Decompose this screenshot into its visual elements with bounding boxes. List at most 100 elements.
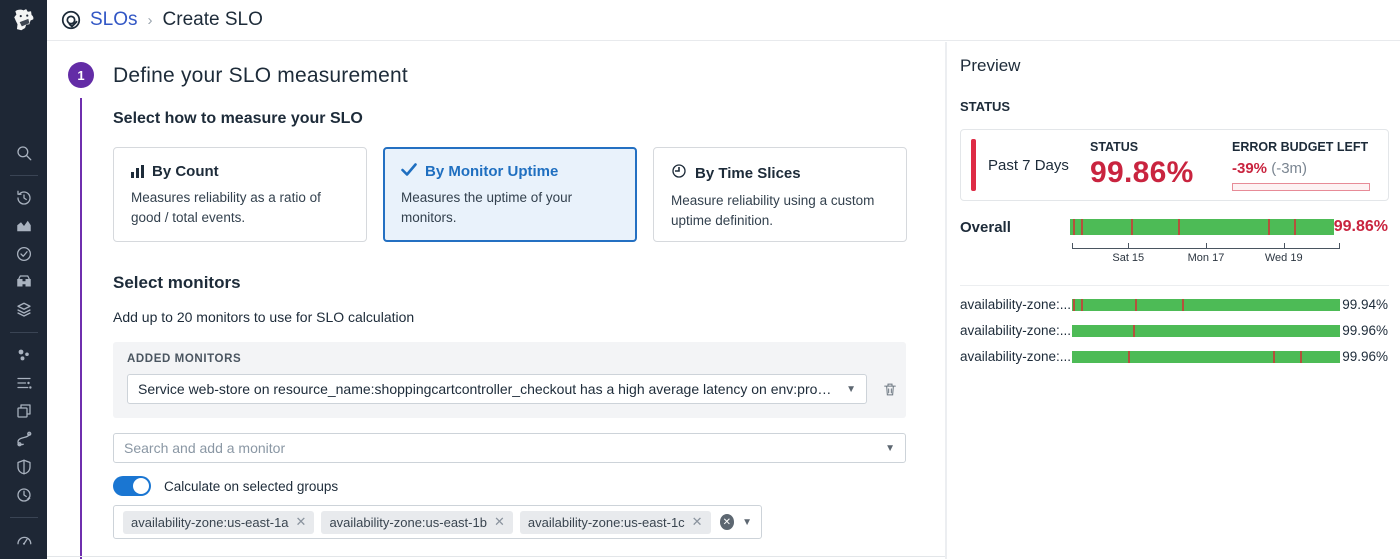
- breadcrumb-chevron-icon: ›: [148, 12, 153, 29]
- select-monitors-heading: Select monitors: [113, 273, 945, 293]
- dashboards-icon[interactable]: [0, 397, 47, 425]
- divider: [10, 332, 38, 333]
- security-icon[interactable]: [0, 453, 47, 481]
- app-sidebar: [0, 0, 47, 559]
- group-tag-label: availability-zone:us-east-1a: [131, 515, 289, 530]
- overall-uptime-row: Overall 99.86%: [960, 218, 1389, 236]
- chevron-down-icon: ▼: [885, 443, 895, 454]
- option-description: Measures the uptime of your monitors.: [401, 188, 619, 227]
- breadcrumb-bar: SLOs › Create SLO: [47, 0, 1400, 41]
- group-uptime-row: availability-zone:... 99.96%: [960, 323, 1389, 338]
- status-accent-bar: [971, 139, 976, 191]
- uptime-bar: [1070, 219, 1334, 235]
- step-connector-line: [80, 98, 82, 559]
- monitor-search-select[interactable]: Search and add a monitor ▼: [113, 433, 906, 463]
- status-value: 99.86%: [1090, 156, 1230, 190]
- datadog-logo-icon[interactable]: [0, 0, 47, 41]
- group-multiselect[interactable]: availability-zone:us-east-1a ✕ availabil…: [113, 505, 762, 539]
- row-value: 99.94%: [1340, 297, 1389, 312]
- preview-divider: [960, 285, 1389, 286]
- group-tag-label: availability-zone:us-east-1b: [329, 515, 487, 530]
- remove-tag-icon[interactable]: ✕: [296, 514, 307, 530]
- option-by-monitor-uptime[interactable]: By Monitor Uptime Measures the uptime of…: [383, 147, 637, 242]
- option-by-count[interactable]: By Count Measures reliability as a ratio…: [113, 147, 367, 242]
- error-budget-label: ERROR BUDGET LEFT: [1232, 140, 1384, 154]
- preview-panel: Preview STATUS Past 7 Days STATUS 99.86%…: [947, 42, 1400, 559]
- gauge-icon[interactable]: [0, 526, 47, 554]
- watchdog-icon[interactable]: [0, 268, 47, 296]
- group-tag: availability-zone:us-east-1c ✕: [520, 511, 711, 534]
- apm-icon[interactable]: [0, 425, 47, 453]
- calculate-groups-label: Calculate on selected groups: [164, 479, 338, 494]
- infrastructure-icon[interactable]: [0, 296, 47, 324]
- option-description: Measures reliability as a ratio of good …: [131, 188, 349, 227]
- synthetics-icon[interactable]: [0, 481, 47, 509]
- toggle-knob: [133, 478, 149, 494]
- axis-tick: [1206, 243, 1207, 249]
- status-label: STATUS: [1090, 140, 1230, 154]
- delete-monitor-button[interactable]: [880, 379, 900, 400]
- row-value: 99.86%: [1334, 218, 1389, 236]
- measure-heading: Select how to measure your SLO: [113, 110, 945, 128]
- row-value: 99.96%: [1340, 349, 1389, 364]
- measurement-options: By Count Measures reliability as a ratio…: [113, 147, 945, 242]
- status-section-label: STATUS: [960, 99, 1389, 114]
- error-budget-value: -39%: [1232, 160, 1267, 177]
- added-monitors-panel: ADDED MONITORS Service web-store on reso…: [113, 342, 906, 418]
- group-uptime-row: availability-zone:... 99.96%: [960, 349, 1389, 364]
- group-uptime-row: availability-zone:... 99.94%: [960, 297, 1389, 312]
- calculate-groups-toggle[interactable]: [113, 476, 151, 496]
- axis-tick: [1284, 243, 1285, 249]
- page-title: Define your SLO measurement: [113, 64, 945, 88]
- uptime-bar: [1072, 351, 1340, 363]
- select-monitors-subheading: Add up to 20 monitors to use for SLO cal…: [113, 309, 945, 325]
- axis-tick-label: Sat 15: [1112, 252, 1144, 264]
- slo-target-icon[interactable]: [0, 240, 47, 268]
- axis-tick-label: Mon 17: [1188, 252, 1225, 264]
- row-value: 99.96%: [1340, 323, 1389, 338]
- divider: [10, 175, 38, 176]
- row-label: availability-zone:...: [960, 297, 1072, 312]
- option-label: By Count: [152, 163, 219, 180]
- preview-title: Preview: [960, 56, 1389, 76]
- livetail-icon[interactable]: [0, 369, 47, 397]
- chevron-down-icon: ▼: [846, 384, 856, 395]
- breadcrumb-current: Create SLO: [163, 9, 263, 31]
- divider: [10, 517, 38, 518]
- status-period: Past 7 Days: [988, 157, 1076, 174]
- slo-breadcrumb-icon: [60, 9, 82, 31]
- group-tag-label: availability-zone:us-east-1c: [528, 515, 685, 530]
- slo-editor-main: 1 Define your SLO measurement Select how…: [47, 42, 945, 559]
- remove-tag-icon[interactable]: ✕: [494, 514, 505, 530]
- group-tag: availability-zone:us-east-1a ✕: [123, 511, 314, 534]
- time-slices-icon: [671, 163, 687, 183]
- error-budget-bar: [1232, 183, 1370, 191]
- uptime-bar: [1072, 299, 1340, 311]
- clear-all-tags-icon[interactable]: ✕: [720, 514, 735, 530]
- remove-tag-icon[interactable]: ✕: [692, 514, 703, 530]
- monitor-select[interactable]: Service web-store on resource_name:shopp…: [127, 374, 867, 404]
- option-label: By Time Slices: [695, 165, 801, 182]
- option-description: Measure reliability using a custom uptim…: [671, 191, 889, 230]
- group-tag: availability-zone:us-east-1b ✕: [321, 511, 512, 534]
- processes-icon[interactable]: [0, 341, 47, 369]
- step-number-badge: 1: [68, 62, 94, 88]
- option-label: By Monitor Uptime: [425, 163, 558, 180]
- row-label: availability-zone:...: [960, 349, 1072, 364]
- section-divider: [47, 556, 945, 557]
- bar-chart-icon: [131, 165, 144, 178]
- search-icon[interactable]: [0, 139, 47, 167]
- monitor-search-placeholder: Search and add a monitor: [124, 440, 875, 456]
- chevron-down-icon[interactable]: ▼: [742, 517, 752, 528]
- axis-tick-label: Wed 19: [1265, 252, 1303, 264]
- history-icon[interactable]: [0, 184, 47, 212]
- error-budget-note: (-3m): [1271, 160, 1307, 177]
- breadcrumb-slos-link[interactable]: SLOs: [90, 9, 138, 31]
- sidebar-nav: [0, 41, 47, 554]
- uptime-bar: [1072, 325, 1340, 337]
- metrics-icon[interactable]: [0, 212, 47, 240]
- check-icon: [401, 163, 417, 180]
- monitor-select-value: Service web-store on resource_name:shopp…: [138, 381, 836, 397]
- added-monitors-label: ADDED MONITORS: [127, 353, 892, 365]
- option-by-time-slices[interactable]: By Time Slices Measure reliability using…: [653, 147, 907, 242]
